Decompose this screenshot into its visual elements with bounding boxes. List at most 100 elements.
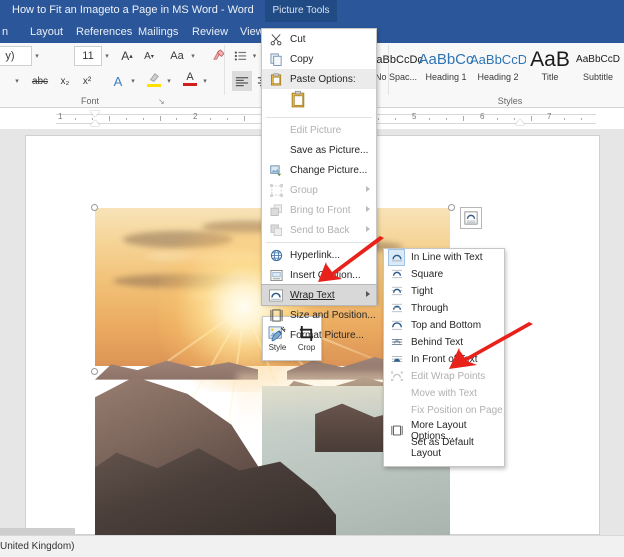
edit-wrap-points-icon bbox=[389, 369, 404, 384]
tab-home[interactable]: n bbox=[2, 22, 8, 43]
tab-review[interactable]: Review bbox=[192, 22, 228, 43]
word-window: How to Fit an Imageto a Page in MS Word … bbox=[0, 0, 624, 557]
change-picture-icon bbox=[268, 162, 284, 178]
menu-item-label: Copy bbox=[290, 53, 314, 65]
selection-handle-tr[interactable] bbox=[448, 204, 455, 211]
wrap-through-icon bbox=[389, 301, 404, 316]
menu-item-wrap-text[interactable]: Wrap Text bbox=[261, 284, 377, 306]
submenu-item-label: Move with Text bbox=[411, 388, 477, 399]
strikethrough-button[interactable]: abc bbox=[28, 71, 52, 91]
style-preview: AaBbCcD bbox=[576, 54, 620, 65]
menu-item-label: Cut bbox=[290, 33, 306, 45]
font-color-icon[interactable]: A bbox=[180, 69, 200, 89]
arrow-to-in-front-of-text bbox=[449, 322, 533, 369]
font-dialog-launcher[interactable]: ↘ bbox=[158, 97, 165, 106]
selection-handle-ml[interactable] bbox=[91, 368, 98, 375]
shrink-font-button[interactable]: A ▾ bbox=[140, 46, 158, 66]
first-line-indent-marker[interactable] bbox=[90, 111, 100, 117]
wrap-tight-icon bbox=[389, 284, 404, 299]
hanging-indent-marker[interactable] bbox=[90, 120, 100, 126]
menu-item-paste-options[interactable]: Paste Options: bbox=[262, 69, 376, 89]
text-effects-chevron-down-icon[interactable]: ▾ bbox=[128, 71, 138, 91]
menu-item-size-and-position[interactable]: Size and Position... bbox=[262, 305, 376, 325]
send-back-icon bbox=[268, 222, 284, 238]
wrap-behind-icon bbox=[389, 335, 404, 350]
styles-group-label: Styles bbox=[497, 96, 523, 106]
more-layout-icon bbox=[389, 423, 404, 438]
menu-item-label: Send to Back bbox=[290, 224, 350, 236]
wrap-inline-icon bbox=[388, 249, 405, 266]
submenu-item-fix-position-on-page: Fix Position on Page bbox=[384, 402, 504, 419]
arrow-to-wrap-text bbox=[318, 236, 384, 282]
tab-mailings[interactable]: Mailings bbox=[138, 22, 178, 43]
submenu-item-label: Set as Default Layout bbox=[411, 436, 474, 459]
font-name-input[interactable]: y) bbox=[0, 46, 32, 66]
menu-item-change-picture[interactable]: Change Picture... bbox=[262, 160, 376, 180]
caption-icon bbox=[268, 267, 284, 283]
menu-item-copy[interactable]: Copy bbox=[262, 49, 376, 69]
change-case-chevron-down-icon[interactable]: ▾ bbox=[188, 46, 198, 66]
picture-tools-contextual-tab[interactable]: Picture Tools bbox=[265, 0, 337, 22]
text-effects-icon[interactable]: A bbox=[108, 71, 128, 91]
change-case-button[interactable]: Aa bbox=[166, 46, 188, 66]
style-heading-2[interactable]: AaBbCcD Heading 2 bbox=[470, 46, 526, 92]
submenu-item-set-as-default-layout[interactable]: Set as Default Layout bbox=[384, 436, 504, 459]
align-left-icon[interactable] bbox=[232, 71, 252, 91]
style-subtitle[interactable]: AaBbCcD Subtitle bbox=[570, 46, 624, 92]
chevron-right-icon bbox=[366, 291, 370, 297]
grow-font-button[interactable]: A ▴ bbox=[118, 46, 136, 66]
bring-front-icon bbox=[268, 202, 284, 218]
menu-item-cut[interactable]: Cut bbox=[262, 29, 376, 49]
copy-icon bbox=[268, 51, 284, 67]
submenu-item-through[interactable]: Through bbox=[384, 300, 504, 317]
menu-separator bbox=[266, 117, 372, 118]
submenu-item-label: Tight bbox=[411, 286, 433, 297]
layout-options-icon bbox=[464, 211, 478, 225]
submenu-item-move-with-text: Move with Text bbox=[384, 385, 504, 402]
status-bar: United Kingdom) bbox=[0, 535, 624, 557]
clear-formatting-icon[interactable] bbox=[208, 45, 228, 65]
menu-item-save-as-picture[interactable]: Save as Picture... bbox=[262, 140, 376, 160]
bullets-chevron-down-icon[interactable]: ▾ bbox=[250, 46, 259, 66]
bullets-icon[interactable] bbox=[232, 46, 250, 66]
highlight-chevron-down-icon[interactable]: ▾ bbox=[164, 71, 174, 91]
tab-layout[interactable]: Layout bbox=[30, 22, 63, 43]
paste-keep-formatting-icon[interactable] bbox=[290, 90, 307, 114]
hyperlink-icon bbox=[268, 247, 284, 263]
menu-item-label: Edit Picture bbox=[290, 124, 342, 136]
chevron-right-icon bbox=[366, 226, 370, 232]
size-position-icon bbox=[268, 307, 284, 323]
style-heading-1[interactable]: AaBbCc Heading 1 bbox=[418, 46, 474, 92]
submenu-item-tight[interactable]: Tight bbox=[384, 283, 504, 300]
selection-handle-tl[interactable] bbox=[91, 204, 98, 211]
font-color-chevron-down-icon[interactable]: ▾ bbox=[200, 71, 210, 91]
superscript-button[interactable]: x² bbox=[78, 71, 96, 91]
ruler-number-2: 2 bbox=[193, 112, 198, 121]
menu-item-label: Group bbox=[290, 184, 318, 196]
style-preview: AaBbCcD bbox=[470, 52, 526, 67]
ruler-number-6: 6 bbox=[480, 112, 485, 121]
right-indent-marker[interactable] bbox=[515, 119, 525, 125]
underline-chevron-down-icon[interactable]: ▾ bbox=[12, 71, 22, 91]
font-name-chevron-down-icon[interactable]: ▾ bbox=[32, 46, 42, 66]
font-size-chevron-down-icon[interactable]: ▾ bbox=[102, 46, 112, 66]
menu-item-format-picture[interactable]: Format Picture... bbox=[262, 325, 376, 345]
paste-options-strip[interactable] bbox=[262, 89, 376, 115]
submenu-item-label: Fix Position on Page bbox=[411, 405, 503, 416]
tab-references[interactable]: References bbox=[76, 22, 132, 43]
menu-item-label: Size and Position... bbox=[290, 309, 376, 321]
status-language[interactable]: United Kingdom) bbox=[0, 541, 74, 552]
highlight-icon[interactable] bbox=[144, 69, 164, 89]
submenu-item-square[interactable]: Square bbox=[384, 266, 504, 283]
menu-item-label: Format Picture... bbox=[290, 329, 364, 341]
layout-options-button[interactable] bbox=[460, 207, 482, 229]
font-size-input[interactable]: 11 bbox=[74, 46, 102, 66]
subscript-button[interactable]: x₂ bbox=[56, 71, 74, 91]
scissors-icon bbox=[268, 31, 284, 47]
wrap-infront-icon bbox=[389, 352, 404, 367]
style-name: Heading 2 bbox=[477, 72, 519, 82]
menu-item-label: Change Picture... bbox=[290, 164, 368, 176]
ruler-number-1: 1 bbox=[58, 112, 63, 121]
submenu-item-label: Square bbox=[411, 269, 444, 280]
submenu-item-in-line-with-text[interactable]: In Line with Text bbox=[384, 249, 504, 266]
